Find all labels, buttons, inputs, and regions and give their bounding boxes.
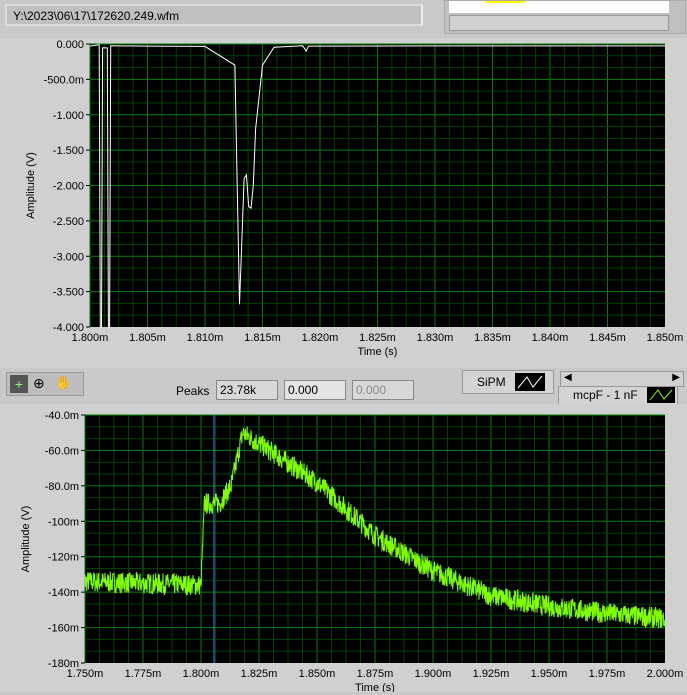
x-tick-label: 1.925m	[473, 668, 510, 680]
x-tick-label: 1.850m	[299, 668, 336, 680]
top-waveform-graph[interactable]: 1.800m 1.805m 1.810m 1.815m 1.820m 1.825m 1.83…	[0, 38, 687, 368]
mcp-legend[interactable]: mcpF - 1 nF	[558, 386, 678, 406]
sipm-label: SiPM	[477, 375, 506, 389]
y-tick-label: -4.000	[53, 322, 84, 334]
peaks-field[interactable]: 23.78k	[216, 380, 278, 400]
y-tick-label: -100m	[48, 516, 79, 528]
y-tick-label: -60.0m	[45, 445, 79, 457]
mcp-plot-icon	[647, 387, 675, 403]
bottom-waveform-graph[interactable]: 1.750m 1.775m 1.800m 1.825m 1.850m 1.875m 1.90…	[0, 404, 687, 694]
y-tick-label: -140m	[48, 587, 79, 599]
x-tick-label: 1.820m	[302, 332, 339, 344]
zoom-tool-icon[interactable]: ⊕	[33, 375, 45, 392]
bottom-graph-panel: 1.750m 1.775m 1.800m 1.825m 1.850m 1.875m 1.90…	[0, 404, 687, 694]
y-tick-label: -3.500	[53, 287, 84, 299]
x-tick-label: 1.810m	[187, 332, 224, 344]
x-tick-label: 1.825m	[359, 332, 396, 344]
cursor-tool-icon[interactable]: +	[10, 375, 28, 393]
x-axis-label: Time (s)	[355, 682, 395, 692]
sipm-legend[interactable]: SiPM	[462, 370, 554, 394]
y-tick-label: -1.500	[53, 145, 84, 157]
y-tick-label: -80.0m	[45, 481, 79, 493]
y-tick-label: -160m	[48, 623, 79, 635]
disabled-field: 0.000	[352, 380, 414, 400]
x-tick-label: 1.835m	[474, 332, 511, 344]
y-axis-label: Amplitude (V)	[20, 506, 32, 573]
x-tick-label: 1.815m	[244, 332, 281, 344]
top-graph-panel: 1.800m 1.805m 1.810m 1.815m 1.820m 1.825m 1.83…	[0, 38, 687, 368]
y-axis-label: Amplitude (V)	[25, 152, 37, 219]
y-tick-label: -2.000	[53, 181, 84, 193]
graph-palette: + ⊕ ✋	[6, 372, 84, 396]
x-tick-label: 1.840m	[532, 332, 569, 344]
x-tick-label: 1.950m	[531, 668, 568, 680]
legend-scrollbar[interactable]: ◀ ▶	[560, 371, 684, 387]
value-field[interactable]: 0.000	[284, 380, 346, 400]
y-tick-label: -1.000	[53, 110, 84, 122]
x-tick-label: 1.975m	[589, 668, 626, 680]
x-axis-label: Time (s)	[358, 346, 398, 358]
y-tick-label: 0.000	[56, 39, 84, 51]
file-path: Y:\2023\06\17\172620.249.wfm	[13, 9, 180, 23]
x-tick-label: 1.805m	[129, 332, 166, 344]
y-tick-label: -180m	[48, 658, 79, 670]
x-tick-label: 1.775m	[125, 668, 162, 680]
y-tick-label: -2.500	[53, 216, 84, 228]
x-tick-label: 1.800m	[183, 668, 220, 680]
table-horizontal-scrollbar[interactable]	[449, 15, 669, 31]
results-table[interactable]	[444, 0, 686, 34]
mcp-label: mcpF - 1 nF	[573, 388, 638, 402]
x-tick-label: 1.850m	[647, 332, 684, 344]
x-tick-label: 1.825m	[241, 668, 278, 680]
file-path-field[interactable]: Y:\2023\06\17\172620.249.wfm	[5, 4, 423, 26]
y-tick-label: -120m	[48, 552, 79, 564]
pan-hand-icon[interactable]: ✋	[55, 375, 71, 391]
y-tick-label: -500.0m	[44, 74, 84, 86]
x-tick-label: 1.900m	[415, 668, 452, 680]
peaks-label: Peaks	[176, 384, 210, 398]
x-tick-label: 1.830m	[417, 332, 454, 344]
x-tick-label: 2.000m	[647, 668, 684, 680]
x-tick-label: 1.875m	[357, 668, 394, 680]
y-tick-label: -40.0m	[45, 410, 79, 422]
x-tick-label: 1.845m	[589, 332, 626, 344]
y-tick-label: -3.000	[53, 251, 84, 263]
sipm-plot-icon	[515, 373, 545, 391]
